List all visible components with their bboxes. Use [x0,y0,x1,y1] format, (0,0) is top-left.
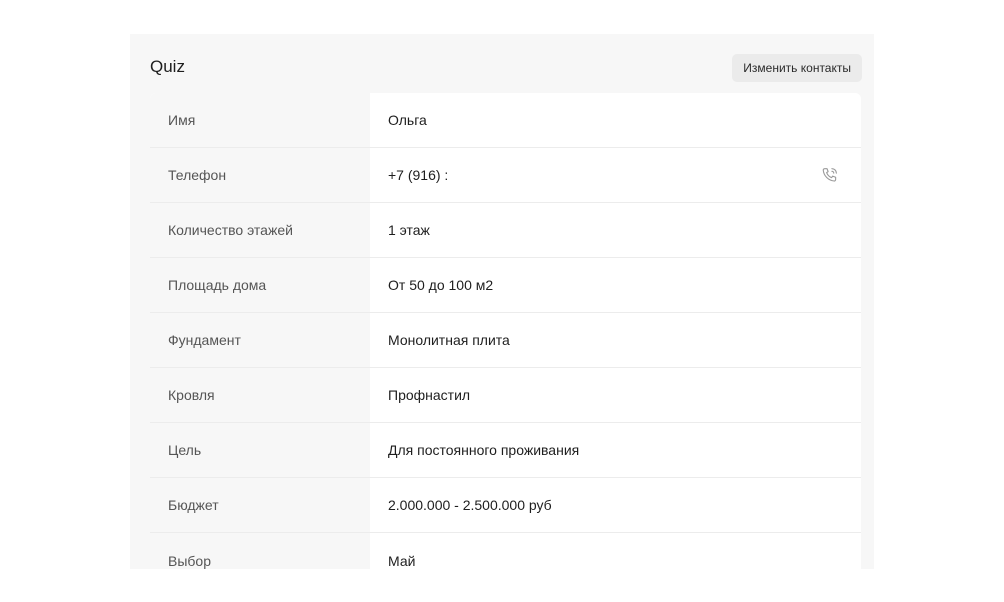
edit-contacts-button[interactable]: Изменить контакты [732,54,862,82]
table-row-house-area: Площадь дома От 50 до 100 м2 [150,258,861,313]
row-label: Телефон [150,148,370,202]
row-value: +7 (916) : [370,148,861,202]
row-value: Для постоянного проживания [370,423,861,477]
table-row-choice: Выбор Май [150,533,861,569]
row-value: От 50 до 100 м2 [370,258,861,312]
panel-header: Quiz Изменить контакты [130,34,874,94]
table-row-budget: Бюджет 2.000.000 - 2.500.000 руб [150,478,861,533]
row-label: Выбор [150,533,370,569]
table-row-floors: Количество этажей 1 этаж [150,203,861,258]
phone-call-icon[interactable] [821,166,839,184]
quiz-answers-table: Имя Ольга Телефон +7 (916) : Количество … [150,93,861,569]
row-value: Профнастил [370,368,861,422]
row-label: Цель [150,423,370,477]
row-label: Имя [150,93,370,147]
row-value: 2.000.000 - 2.500.000 руб [370,478,861,532]
panel-title: Quiz [150,57,185,76]
row-value: Монолитная плита [370,313,861,367]
row-value: Ольга [370,93,861,147]
row-label: Бюджет [150,478,370,532]
row-label: Количество этажей [150,203,370,257]
table-row-phone: Телефон +7 (916) : [150,148,861,203]
quiz-panel: Quiz Изменить контакты Имя Ольга Телефон… [130,34,874,569]
row-label: Площадь дома [150,258,370,312]
row-label: Кровля [150,368,370,422]
row-value: 1 этаж [370,203,861,257]
row-value: Май [370,533,861,569]
table-row-foundation: Фундамент Монолитная плита [150,313,861,368]
table-row-goal: Цель Для постоянного проживания [150,423,861,478]
row-label: Фундамент [150,313,370,367]
table-row-name: Имя Ольга [150,93,861,148]
table-row-roof: Кровля Профнастил [150,368,861,423]
